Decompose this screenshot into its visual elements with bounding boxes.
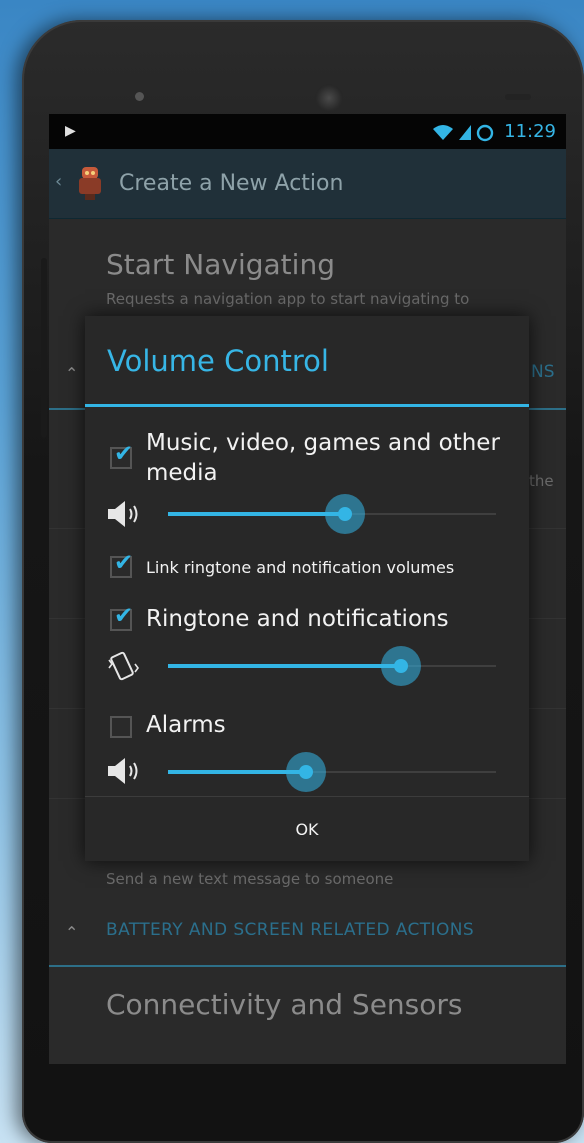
media-checkbox[interactable]: ✔ [110, 443, 133, 469]
section-header-partial: NS [531, 362, 555, 382]
speaker-icon [108, 758, 138, 784]
slider-fill [168, 512, 346, 516]
alarms-volume-slider[interactable] [168, 750, 496, 794]
ringtone-volume-slider[interactable] [168, 644, 496, 688]
collapse-chevron-icon[interactable]: ⌃ [65, 923, 78, 942]
ringtone-label: Ringtone and notifications [146, 606, 449, 632]
dialog-title: Volume Control [107, 344, 329, 378]
play-icon: ▶ [65, 123, 76, 139]
status-icons [432, 122, 494, 142]
list-item-start-navigating-subtitle: Requests a navigation app to start navig… [106, 290, 470, 308]
slider-thumb[interactable] [298, 765, 313, 779]
dialog-button-bar: OK [85, 796, 529, 862]
collapse-chevron-icon[interactable]: ⌃ [65, 364, 78, 383]
media-label: Music, video, games and other media [146, 430, 500, 486]
link-ringtone-checkbox[interactable]: ✔ [110, 552, 133, 578]
ok-button[interactable]: OK [85, 797, 529, 862]
action-bar-title: Create a New Action [119, 171, 344, 196]
list-item-send-sms-subtitle: Send a new text message to someone [106, 870, 394, 888]
action-bar: ‹ Create a New Action [49, 149, 566, 219]
checkmark-icon: ✔ [114, 603, 134, 629]
checkmark-icon: ✔ [114, 550, 134, 576]
media-volume-slider[interactable] [168, 492, 496, 536]
sync-icon [476, 124, 494, 141]
front-camera [135, 92, 144, 101]
earpiece-speaker [315, 84, 343, 112]
section-header-battery[interactable]: BATTERY AND SCREEN RELATED ACTIONS [106, 920, 474, 940]
status-bar: ▶ 11:29 [49, 114, 566, 149]
checkmark-icon: ✔ [114, 441, 134, 467]
slider-thumb[interactable] [393, 659, 408, 673]
clock: 11:29 [504, 121, 556, 142]
slider-thumb[interactable] [338, 507, 353, 521]
wifi-icon [432, 125, 453, 140]
device-screen: ▶ 11:29 ‹ Create a New Action Start Navi… [49, 114, 566, 1064]
alarms-label: Alarms [146, 712, 226, 738]
alarms-checkbox[interactable]: ✔ [110, 716, 132, 738]
signal-icon [458, 125, 471, 140]
back-chevron-icon[interactable]: ‹ [55, 171, 62, 192]
list-item-partial-text: the [529, 472, 554, 490]
slider-fill [168, 664, 401, 668]
link-ringtone-label: Link ringtone and notification volumes [146, 558, 455, 577]
section-divider [49, 965, 566, 967]
volume-rocker [41, 258, 47, 438]
robot-icon[interactable] [73, 163, 107, 203]
dialog-title-divider [85, 404, 529, 407]
proximity-sensor [505, 94, 531, 100]
list-item-connectivity-title[interactable]: Connectivity and Sensors [106, 988, 463, 1021]
ringtone-checkbox[interactable]: ✔ [110, 605, 133, 631]
list-item-start-navigating-title[interactable]: Start Navigating [106, 248, 335, 281]
vibrate-icon [108, 651, 139, 681]
volume-control-dialog: Volume Control ✔ Music, video, games and… [85, 316, 529, 861]
speaker-icon [108, 501, 138, 527]
